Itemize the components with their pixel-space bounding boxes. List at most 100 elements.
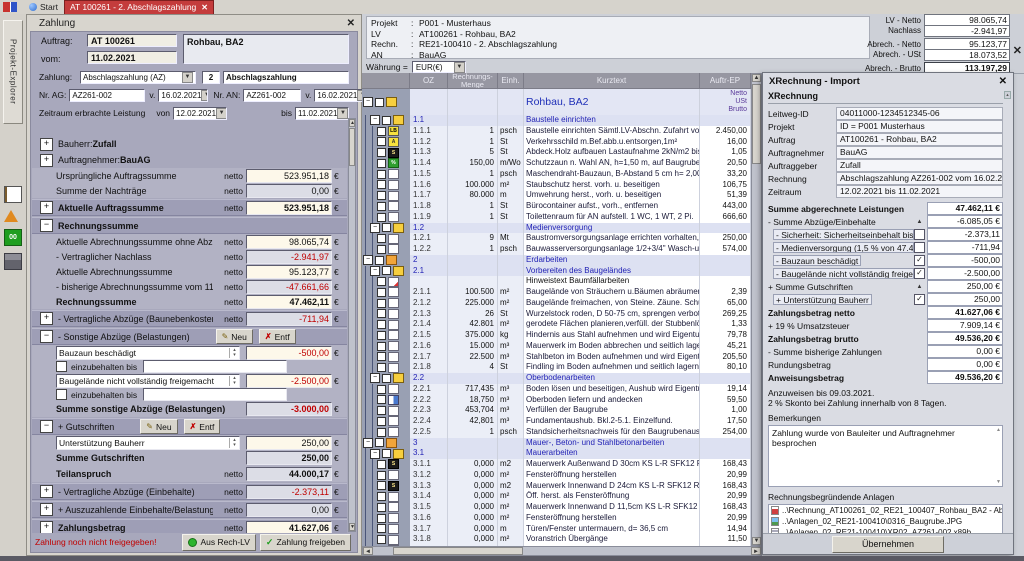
attachment-item[interactable]: ..\Rechnung_AT100261_02_RE21_100407_Rohb… (769, 505, 1002, 516)
uebernehmen-button[interactable]: Übernehmen (832, 536, 944, 553)
auftr-ep-column-header[interactable]: Auftr-EP (700, 73, 751, 89)
tab-abschlagszahlung[interactable]: AT 100261 - 2. Abschlagszahlung ✕ (64, 0, 214, 15)
journal-icon[interactable] (4, 186, 22, 203)
abzug-amount-input[interactable]: -2.500,00 (246, 374, 332, 388)
panel-close-icon[interactable]: ✕ (1013, 44, 1022, 57)
table-row[interactable]: 3.1.50,000m²Mauerwerk Innenwand D 11,5cm… (362, 502, 751, 513)
spinner-icon[interactable]: ▴▾ (229, 376, 239, 386)
tree-checkbox[interactable] (377, 524, 386, 533)
tree-checkbox[interactable] (377, 481, 386, 490)
tab-start[interactable]: Start (23, 1, 64, 14)
amount-input[interactable]: 523.951,18 (246, 169, 332, 183)
table-row[interactable]: 2.2.51pschStandsicherheitsnachweis für d… (362, 427, 751, 438)
xrechnung-close-icon[interactable]: ✕ (999, 76, 1007, 87)
tree-checkbox[interactable] (377, 245, 386, 254)
expand-button[interactable]: + (40, 138, 53, 151)
tree-checkbox[interactable] (375, 256, 384, 265)
tree-checkbox[interactable] (377, 428, 386, 437)
tree-checkbox[interactable] (377, 180, 386, 189)
tree-checkbox[interactable] (382, 266, 391, 275)
spinner-icon[interactable]: ▴▾ (229, 348, 239, 358)
expand-button[interactable]: − (40, 420, 53, 433)
table-row[interactable]: 2.2.3453,704m³Verfüllen der Baugrube1,00 (362, 405, 751, 416)
tree-checkbox[interactable] (377, 417, 386, 426)
tree-checkbox[interactable] (377, 159, 386, 168)
table-row[interactable]: S3.1.30,000m2Mauerwerk Innenwand D 24cm … (362, 481, 751, 492)
zeitraum-bis-select[interactable]: 11.02.2021 ▼ (295, 107, 349, 120)
tree-checkbox[interactable] (377, 342, 386, 351)
einbehalt-date-input[interactable] (143, 388, 287, 401)
package-icon[interactable] (4, 253, 22, 270)
bemerkungen-textarea[interactable]: Zahlung wurde von Bauleiter und Auftragn… (768, 425, 1003, 487)
table-row[interactable]: 3.1.80,000m²Voranstrich Übergänge11,50 (362, 534, 751, 545)
einbehalt-date-input[interactable] (143, 360, 287, 373)
amount-input[interactable]: 47.462,11 (246, 295, 332, 309)
kurztext-column-header[interactable]: Kurztext (524, 73, 700, 89)
table-row[interactable]: 3.1.70,000mTüren/Fenster untermauern, d=… (362, 524, 751, 535)
table-row[interactable]: 3.1.20,000m²Fensteröffnung herstellen20,… (362, 470, 751, 481)
chevron-down-icon[interactable]: ▼ (182, 72, 193, 83)
tree-expand-button[interactable]: − (370, 115, 380, 125)
tree-checkbox[interactable] (375, 98, 384, 107)
tree-checkbox[interactable] (375, 438, 384, 447)
table-row[interactable]: 2.2.218,750m³Oberboden liefern und andec… (362, 395, 751, 406)
scroll-down-icon[interactable]: ▼ (349, 523, 355, 531)
warning-triangle-icon[interactable] (4, 210, 18, 222)
tree-checkbox[interactable] (377, 352, 386, 361)
expand-button[interactable]: + (40, 154, 53, 167)
tree-checkbox[interactable] (377, 127, 386, 136)
table-row[interactable]: 2.2.1717,435m³Boden lösen und beseitigen… (362, 384, 751, 395)
table-row[interactable]: LB1.1.11pschBaustelle einrichten Sämtl.L… (362, 126, 751, 137)
table-title-row[interactable]: −Rohbau, BA2NettoUStBrutto (362, 89, 751, 115)
chevron-down-icon[interactable]: ▼ (454, 62, 465, 73)
scroll-thumb[interactable] (349, 128, 355, 166)
tree-checkbox[interactable] (382, 116, 391, 125)
tree-checkbox[interactable] (377, 148, 386, 157)
neu-button[interactable]: ✎Neu (140, 419, 177, 434)
tree-checkbox[interactable] (377, 385, 386, 394)
memo-scroll-down-icon[interactable]: ▼ (996, 479, 1001, 485)
tree-expand-button[interactable]: − (363, 97, 373, 107)
table-row[interactable]: −2.1Vorbereiten des Baugeländes (362, 266, 751, 277)
zahlung-close-icon[interactable]: ✕ (347, 18, 355, 29)
expand-button[interactable]: + (40, 521, 53, 533)
tab-close-icon[interactable]: ✕ (201, 3, 208, 12)
zahlung-nr-field[interactable]: 2 (202, 71, 220, 84)
tree-checkbox[interactable] (377, 503, 386, 512)
zahlung-name-field[interactable]: Abschlagszahlung (223, 71, 349, 84)
abzug-text-input[interactable]: Unterstützung Bauherr▴▾ (56, 436, 240, 450)
abzug-amount-input[interactable]: -500,00 (246, 346, 332, 360)
tree-checkbox[interactable] (377, 277, 386, 286)
tree-checkbox[interactable] (377, 363, 386, 372)
tree-expand-button[interactable]: − (370, 449, 380, 459)
tree-checkbox[interactable] (377, 213, 386, 222)
abzug-amount-input[interactable]: 250,00 (246, 436, 332, 450)
table-row[interactable]: 2.1.5375.000kgHindernis aus Stahl aufneh… (362, 330, 751, 341)
scroll-right-icon[interactable]: ► (751, 547, 761, 555)
expand-button[interactable]: − (40, 330, 53, 343)
tree-checkbox[interactable] (382, 449, 391, 458)
summary-checkbox[interactable] (914, 242, 925, 253)
table-row[interactable]: 2.1.722.500m³Stahlbeton im Boden aufnehm… (362, 352, 751, 363)
zahlungsart-select[interactable]: Abschlagszahlung (AZ) ▼ (80, 71, 196, 84)
tree-checkbox[interactable] (377, 406, 386, 415)
tree-checkbox[interactable] (377, 170, 386, 179)
datum-an-select[interactable]: 16.02.2021 ▼ (314, 89, 364, 102)
table-hscrollbar[interactable]: ◄ ► (362, 546, 762, 556)
abzug-text-input[interactable]: Bauzaun beschädigt▴▾ (56, 346, 240, 360)
amount-input[interactable]: 523.951,18 (246, 201, 332, 215)
summary-checkbox[interactable]: ✓ (914, 255, 925, 266)
tree-checkbox[interactable] (377, 309, 386, 318)
tree-expand-button[interactable]: − (363, 255, 373, 265)
oz-column-header[interactable]: OZ (410, 73, 448, 89)
table-row[interactable]: 1.1.6100.000m²Staubschutz herst. vorh. u… (362, 180, 751, 191)
table-row[interactable]: −3Mauer-, Beton- und Stahlbetonarbeiten (362, 438, 751, 449)
tree-checkbox[interactable] (377, 191, 386, 200)
tree-expand-button[interactable]: − (370, 266, 380, 276)
table-row[interactable]: 2.1.615.000m³Mauerwerk im Boden abbreche… (362, 341, 751, 352)
expand-button[interactable]: + (40, 503, 53, 516)
table-row[interactable]: Hinweistext Baumfällarbeiten (362, 276, 751, 287)
tree-checkbox[interactable] (377, 299, 386, 308)
tree-checkbox[interactable] (382, 374, 391, 383)
einheit-column-header[interactable]: Einh. (498, 73, 524, 89)
